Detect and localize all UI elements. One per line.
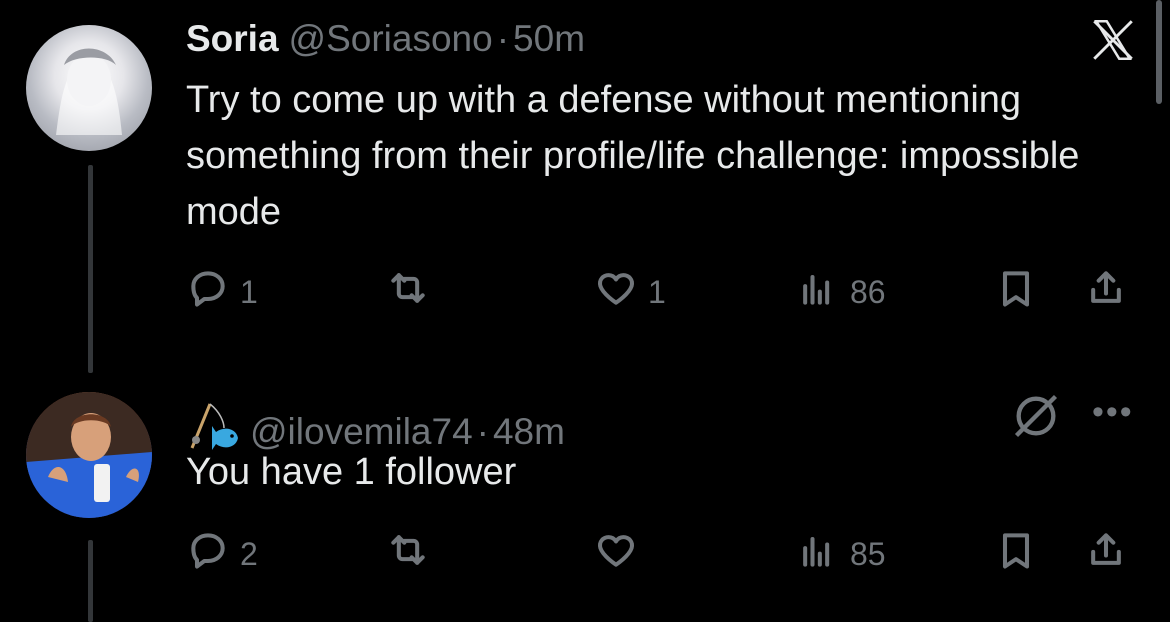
avatar[interactable] bbox=[26, 392, 152, 518]
reply-button[interactable]: 2 bbox=[186, 528, 258, 580]
separator: · bbox=[496, 18, 510, 59]
views-icon bbox=[796, 266, 840, 318]
more-icon[interactable]: ••• bbox=[1092, 393, 1134, 432]
share-icon bbox=[1084, 528, 1128, 580]
repost-button[interactable] bbox=[386, 528, 440, 580]
action-bar: 1 1 86 bbox=[186, 266, 1146, 316]
reply-icon bbox=[186, 266, 230, 318]
share-icon bbox=[1084, 266, 1128, 318]
timestamp[interactable]: 50m bbox=[513, 18, 585, 60]
views-button[interactable]: 86 bbox=[796, 266, 886, 318]
thread-line-top bbox=[88, 165, 93, 373]
like-button[interactable] bbox=[594, 528, 648, 580]
heart-icon bbox=[594, 266, 638, 318]
bookmark-button[interactable] bbox=[994, 528, 1038, 580]
bookmark-icon bbox=[994, 528, 1038, 580]
reply-count: 1 bbox=[240, 273, 258, 310]
scrollbar[interactable] bbox=[1156, 0, 1162, 104]
tweet-header: Soria @Soriasono · 50m bbox=[186, 18, 585, 60]
thread-line-bottom bbox=[88, 540, 93, 622]
repost-icon bbox=[386, 266, 430, 318]
bookmark-button[interactable] bbox=[994, 266, 1038, 318]
repost-icon bbox=[386, 528, 430, 580]
share-button[interactable] bbox=[1084, 266, 1128, 318]
like-count: 1 bbox=[648, 273, 666, 310]
mute-icon[interactable] bbox=[1010, 390, 1062, 447]
share-button[interactable] bbox=[1084, 528, 1128, 580]
avatar[interactable] bbox=[26, 25, 152, 151]
like-button[interactable]: 1 bbox=[594, 266, 666, 318]
display-name[interactable]: Soria bbox=[186, 18, 279, 60]
handle[interactable]: @Soriasono bbox=[289, 18, 493, 60]
repost-button[interactable] bbox=[386, 266, 440, 318]
reply-button[interactable]: 1 bbox=[186, 266, 258, 318]
views-count: 85 bbox=[850, 535, 886, 572]
views-count: 86 bbox=[850, 273, 886, 310]
tweet-text: You have 1 follower bbox=[186, 451, 517, 493]
heart-icon bbox=[594, 528, 638, 580]
tweet-text: Try to come up with a defense without me… bbox=[186, 79, 1080, 233]
reply-icon bbox=[186, 528, 230, 580]
reply-count: 2 bbox=[240, 535, 258, 572]
views-icon bbox=[796, 528, 840, 580]
bookmark-icon bbox=[994, 266, 1038, 318]
action-bar: 2 85 bbox=[186, 528, 1146, 578]
x-logo-icon[interactable] bbox=[1088, 15, 1138, 70]
views-button[interactable]: 85 bbox=[796, 528, 886, 580]
